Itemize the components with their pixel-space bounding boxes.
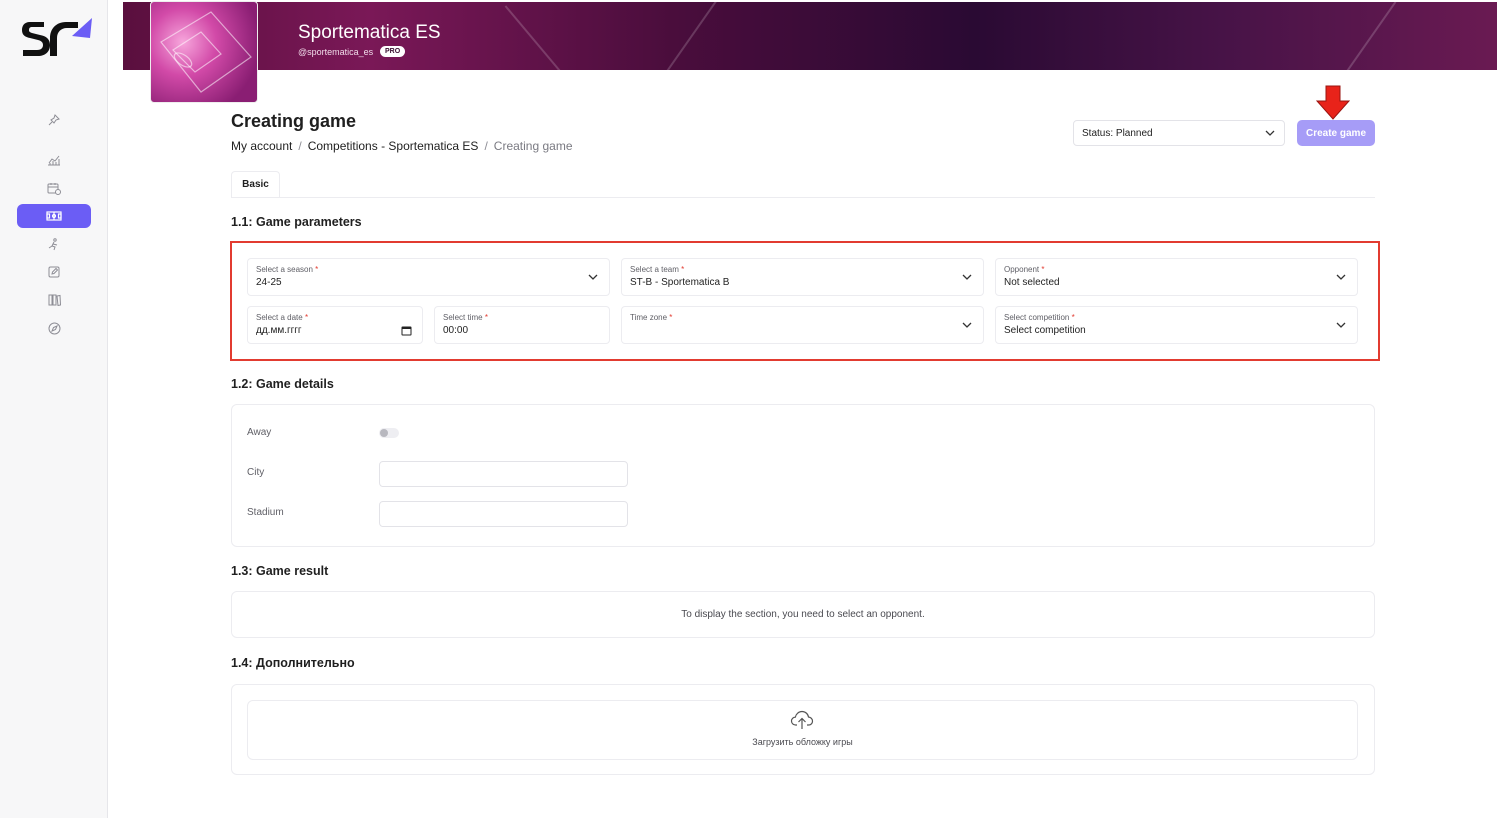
org-avatar: [150, 1, 258, 103]
breadcrumb-separator: /: [484, 139, 488, 153]
date-value: дд.мм.гггг: [256, 325, 302, 336]
time-value: 00:00: [443, 325, 469, 336]
library-icon[interactable]: [44, 290, 64, 310]
pro-badge: PRO: [380, 46, 406, 57]
chart-icon[interactable]: [44, 150, 64, 170]
sportematica-logo[interactable]: [20, 16, 94, 62]
section-title-game-result: 1.3: Game result: [231, 564, 329, 578]
team-label: Select a team *: [630, 265, 685, 274]
stadium-input[interactable]: [379, 501, 628, 527]
calendar-icon[interactable]: [44, 178, 64, 198]
cloud-upload-icon: [790, 710, 814, 729]
upload-cover-label: Загрузить обложку игры: [752, 737, 853, 747]
season-select[interactable]: Select a season * 24-25: [247, 258, 610, 296]
create-game-button[interactable]: Create game: [1297, 120, 1375, 146]
time-input[interactable]: Select time * 00:00: [434, 306, 610, 344]
pin-icon[interactable]: [44, 110, 64, 130]
stadium-label: Stadium: [247, 507, 284, 518]
compass-icon[interactable]: [44, 318, 64, 338]
chevron-down-icon: [962, 274, 972, 280]
field-icon[interactable]: [17, 204, 91, 228]
date-label: Select a date *: [256, 313, 309, 322]
time-label: Select time *: [443, 313, 488, 322]
chevron-down-icon: [1336, 274, 1346, 280]
calendar-icon[interactable]: [401, 325, 412, 336]
tab-basic[interactable]: Basic: [231, 171, 280, 197]
chevron-down-icon: [1336, 322, 1346, 328]
edit-icon[interactable]: [44, 262, 64, 282]
tab-divider: [231, 197, 1375, 198]
toggle-knob: [380, 429, 388, 437]
competition-select[interactable]: Select competition * Select competition: [995, 306, 1358, 344]
breadcrumb-current: Creating game: [493, 139, 573, 153]
status-select[interactable]: Status: Planned: [1073, 120, 1285, 146]
away-label: Away: [247, 427, 272, 438]
competition-label: Select competition *: [1004, 313, 1075, 322]
date-input[interactable]: Select a date * дд.мм.гггг: [247, 306, 423, 344]
sidebar: [0, 0, 108, 818]
result-message: To display the section, you need to sele…: [681, 609, 925, 620]
runner-icon[interactable]: [44, 234, 64, 254]
opponent-select[interactable]: Opponent * Not selected: [995, 258, 1358, 296]
breadcrumb-my-account[interactable]: My account: [231, 139, 292, 153]
breadcrumb: My account / Competitions - Sportematica…: [231, 139, 573, 153]
timezone-label: Time zone *: [630, 313, 673, 322]
city-label: City: [247, 467, 265, 478]
away-toggle[interactable]: [379, 428, 399, 438]
page-title: Creating game: [231, 111, 357, 131]
chevron-down-icon: [962, 322, 972, 328]
org-name: Sportematica ES: [298, 22, 441, 43]
season-label: Select a season *: [256, 265, 319, 274]
opponent-label: Opponent *: [1004, 265, 1045, 274]
timezone-select[interactable]: Time zone *: [621, 306, 984, 344]
section-title-game-parameters: 1.1: Game parameters: [231, 215, 362, 229]
competition-value: Select competition: [1004, 325, 1086, 336]
season-value: 24-25: [256, 277, 282, 288]
section-title-extra: 1.4: Дополнительно: [231, 656, 355, 670]
red-arrow-annotation-icon: [1315, 85, 1351, 120]
section-title-game-details: 1.2: Game details: [231, 377, 334, 391]
chevron-down-icon: [1265, 130, 1275, 136]
breadcrumb-competitions[interactable]: Competitions - Sportematica ES: [308, 139, 479, 153]
team-value: ST-B - Sportematica B: [630, 277, 730, 288]
status-select-value: Status: Planned: [1082, 127, 1153, 139]
team-select[interactable]: Select a team * ST-B - Sportematica B: [621, 258, 984, 296]
breadcrumb-separator: /: [298, 139, 302, 153]
city-input[interactable]: [379, 461, 628, 487]
opponent-value: Not selected: [1004, 277, 1060, 288]
org-handle: @sportematica_es: [298, 47, 374, 57]
chevron-down-icon: [588, 274, 598, 280]
